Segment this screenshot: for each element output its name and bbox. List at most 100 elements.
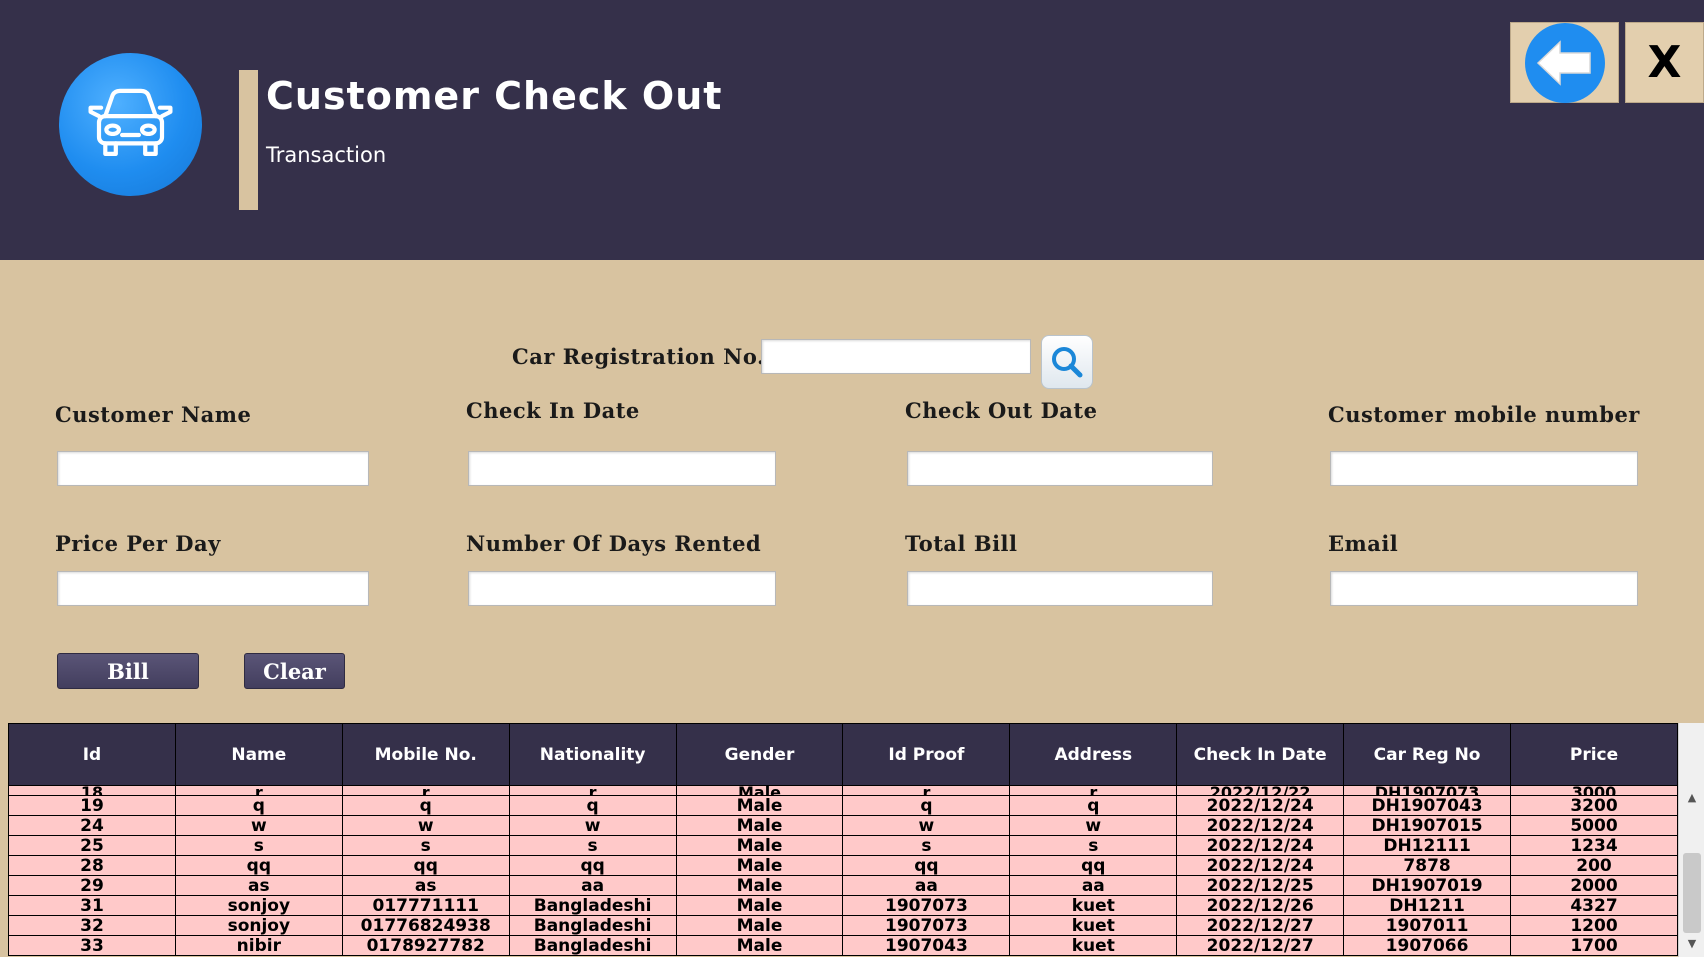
total-bill-field[interactable] (907, 571, 1213, 606)
table-cell: DH12111 (1343, 835, 1512, 856)
customer-name-field[interactable] (57, 451, 369, 486)
table-row[interactable]: 29 as as aa Male aa aa 2022/12/25 DH1907019 2000 (8, 875, 1678, 896)
table-cell: qq (1009, 855, 1178, 876)
column-header[interactable]: Gender (675, 723, 844, 786)
column-header[interactable]: Mobile No. (341, 723, 510, 786)
table-cell: DH1907015 (1343, 815, 1512, 836)
table-cell: as (174, 875, 343, 896)
table-cell: Male (675, 785, 844, 796)
car-reg-input[interactable] (761, 339, 1031, 374)
column-header[interactable]: Check In Date (1176, 723, 1345, 786)
table-cell: 1907073 (842, 895, 1011, 916)
table-cell: kuet (1009, 895, 1178, 916)
table-cell: Bangladeshi (508, 915, 677, 936)
table-cell: qq (842, 855, 1011, 876)
table-cell: DH1907073 (1343, 785, 1512, 796)
table-cell: q (341, 795, 510, 816)
search-icon (1052, 347, 1083, 378)
table-cell: 200 (1510, 855, 1678, 876)
table-row[interactable]: 33 nibir 0178927782 Bangladeshi Male 1907043 k… (8, 935, 1678, 956)
table-cell: 28 (8, 855, 176, 876)
table-cell: 2022/12/24 (1176, 815, 1345, 836)
table-cell: w (508, 815, 677, 836)
table-cell: 2022/12/25 (1176, 875, 1345, 896)
table-cell: DH1907043 (1343, 795, 1512, 816)
table-cell: 017771111 (341, 895, 510, 916)
transactions-table[interactable]: Id Name Mobile No. Nationality Gender Id Proo… (8, 723, 1678, 957)
customer-mobile-field[interactable] (1330, 451, 1638, 486)
table-cell: s (1009, 835, 1178, 856)
scroll-thumb[interactable] (1683, 853, 1701, 933)
table-cell: 3000 (1510, 785, 1678, 796)
table-row[interactable]: 18 r r r Male r r 2022/12/22 DH1907073 3000 (8, 785, 1678, 796)
table-cell: qq (508, 855, 677, 876)
table-row[interactable]: 25 s s s Male s s 2022/12/24 DH12111 1234 (8, 835, 1678, 856)
scroll-down-icon[interactable]: ▼ (1679, 935, 1704, 953)
column-header[interactable]: Name (174, 723, 343, 786)
back-button[interactable] (1510, 22, 1619, 103)
table-cell: 33 (8, 935, 176, 956)
table-cell: r (1009, 785, 1178, 796)
table-cell: 4327 (1510, 895, 1678, 916)
table-cell: 1907043 (842, 935, 1011, 956)
table-cell: nibir (174, 935, 343, 956)
table-cell: r (174, 785, 343, 796)
price-per-day-label: Price Per Day (55, 531, 221, 556)
table-row[interactable]: 28 qq qq qq Male qq qq 2022/12/24 7878 200 (8, 855, 1678, 876)
table-cell: Male (675, 795, 844, 816)
table-cell: 1234 (1510, 835, 1678, 856)
table-row[interactable]: 31 sonjoy 017771111 Bangladeshi Male 1907073 k… (8, 895, 1678, 916)
table-cell: 1907011 (1343, 915, 1512, 936)
table-cell: qq (174, 855, 343, 876)
table-cell: 24 (8, 815, 176, 836)
table-cell: s (341, 835, 510, 856)
check-in-date-field[interactable] (468, 451, 776, 486)
table-cell: DH1907019 (1343, 875, 1512, 896)
clear-button[interactable]: Clear (244, 653, 345, 689)
table-cell: q (508, 795, 677, 816)
column-header[interactable]: Nationality (508, 723, 677, 786)
table-cell: Bangladeshi (508, 895, 677, 916)
table-scrollbar[interactable]: ▲ ▼ (1678, 723, 1704, 957)
days-rented-label: Number Of Days Rented (466, 531, 762, 556)
table-cell: Male (675, 895, 844, 916)
table-cell: 18 (8, 785, 176, 796)
table-cell: aa (1009, 875, 1178, 896)
close-button[interactable]: X (1625, 22, 1704, 103)
page-subtitle: Transaction (266, 143, 387, 167)
table-cell: 31 (8, 895, 176, 916)
days-rented-field[interactable] (468, 571, 776, 606)
column-header[interactable]: Car Reg No (1343, 723, 1512, 786)
table-row[interactable]: 32 sonjoy 01776824938 Bangladeshi Male 190707… (8, 915, 1678, 936)
table-cell: 01776824938 (341, 915, 510, 936)
column-header[interactable]: Id Proof (842, 723, 1011, 786)
column-header[interactable]: Price (1510, 723, 1678, 786)
email-field[interactable] (1330, 571, 1638, 606)
car-icon (88, 88, 173, 156)
price-per-day-field[interactable] (57, 571, 369, 606)
table-cell: 5000 (1510, 815, 1678, 836)
table-cell: as (341, 875, 510, 896)
table-cell: 3200 (1510, 795, 1678, 816)
column-header[interactable]: Address (1009, 723, 1178, 786)
check-out-date-field[interactable] (907, 451, 1213, 486)
search-button[interactable] (1041, 335, 1093, 389)
scroll-up-icon[interactable]: ▲ (1679, 789, 1704, 807)
table-row[interactable]: 19 q q q Male q q 2022/12/24 DH1907043 3200 (8, 795, 1678, 816)
check-in-date-label: Check In Date (466, 398, 640, 423)
arrow-left-icon (1524, 22, 1605, 103)
table-cell: kuet (1009, 915, 1178, 936)
table-cell: r (842, 785, 1011, 796)
car-reg-label: Car Registration No. (512, 344, 765, 369)
table-cell: sonjoy (174, 895, 343, 916)
table-cell: 1907073 (842, 915, 1011, 936)
table-cell: 2022/12/26 (1176, 895, 1345, 916)
table-cell: 25 (8, 835, 176, 856)
table-row[interactable]: 24 w w w Male w w 2022/12/24 DH1907015 5000 (8, 815, 1678, 836)
column-header[interactable]: Id (8, 723, 176, 786)
table-cell: 19 (8, 795, 176, 816)
bill-button[interactable]: Bill (57, 653, 199, 689)
table-cell: qq (341, 855, 510, 876)
customer-mobile-label: Customer mobile number (1328, 402, 1640, 427)
table-cell: s (842, 835, 1011, 856)
